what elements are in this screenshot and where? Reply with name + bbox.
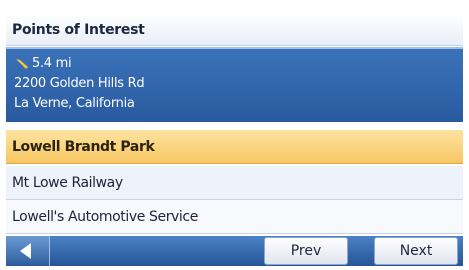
bottom-toolbar: Prev Next	[6, 236, 463, 266]
prev-button[interactable]: Prev	[264, 237, 348, 265]
list-item-label: Lowell Brandt Park	[12, 139, 155, 155]
city-state: La Verne, California	[14, 96, 135, 111]
title-bar: Points of Interest	[6, 14, 463, 46]
list-item-label: Mt Lowe Railway	[12, 175, 123, 191]
direction-arrow-icon	[16, 59, 28, 69]
next-button[interactable]: Next	[374, 237, 458, 265]
list-item[interactable]: Mt Lowe Railway	[6, 166, 463, 200]
left-arrow-icon	[20, 243, 31, 259]
current-location-panel[interactable]: 5.4 mi 2200 Golden Hills Rd La Verne, Ca…	[6, 47, 463, 122]
list-item-label: Lowell's Automotive Service	[12, 209, 198, 225]
poi-screen: Points of Interest 5.4 mi 2200 Golden Hi…	[0, 0, 469, 270]
page-title: Points of Interest	[12, 22, 145, 38]
list-item-selected[interactable]: Lowell Brandt Park	[6, 130, 463, 164]
list-item[interactable]: Lowell's Automotive Service	[6, 200, 463, 234]
distance-label: 5.4 mi	[32, 56, 72, 71]
street-address: 2200 Golden Hills Rd	[14, 76, 145, 91]
back-button[interactable]	[6, 236, 50, 266]
